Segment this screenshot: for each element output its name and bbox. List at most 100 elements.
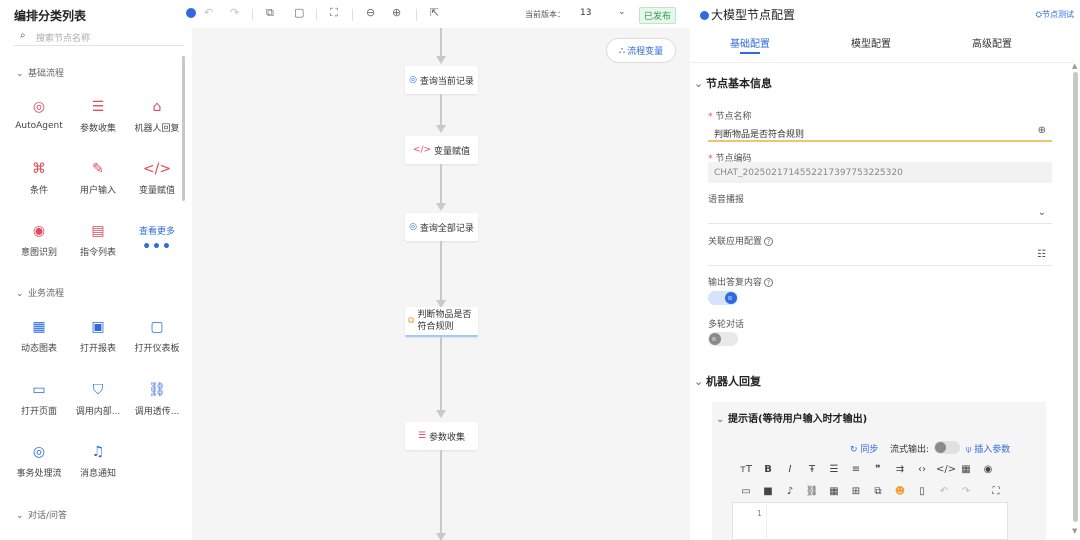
collapse-panel-icon[interactable] — [700, 11, 709, 20]
fit-view-icon[interactable]: ⛶ — [330, 6, 338, 20]
chevron-down-icon: ⌄ — [694, 77, 704, 90]
zoom-in-icon[interactable]: ⊕ — [392, 6, 401, 19]
version-label: 当前版本： — [525, 10, 565, 19]
scrollbar-thumb[interactable] — [1073, 72, 1078, 522]
tool-open-dashboard[interactable]: ▢ 打开仪表板 — [129, 318, 185, 354]
node-test-button[interactable]: ⛭节点测试 — [1036, 9, 1074, 20]
scroll-up-icon[interactable]: ▲ — [1072, 62, 1077, 70]
emoji-icon[interactable]: ☻ — [892, 486, 908, 497]
prompt-editor[interactable]: 1 — [732, 502, 1008, 540]
paste-icon[interactable]: ▢ — [294, 6, 304, 19]
editor-toolbar: ᴛT B I Ŧ ☰ ≡ ❞ ⇉ ‹› </> ▦ ◉ ▭ ■ ♪ ⛓ ▦ ⊞ … — [732, 460, 1008, 504]
flow-node-query-current[interactable]: ◎ 查询当前记录 — [405, 66, 478, 94]
redo-icon[interactable]: ↷ — [958, 486, 974, 497]
grid-icon[interactable]: ▦ — [826, 486, 842, 497]
category-basic-flow[interactable]: ⌄ 基础流程 — [16, 66, 64, 79]
font-size-icon[interactable]: ᴛT — [738, 464, 754, 475]
node-name-input[interactable]: 判断物品是否符合规则 ⊕ — [708, 121, 1052, 142]
node-search-input[interactable]: ⌕ 搜索节点名称 — [14, 28, 184, 46]
flow-node-query-all[interactable]: ◎ 查询全部记录 — [405, 213, 478, 241]
tool-autoagent[interactable]: ◎ AutoAgent — [11, 98, 67, 131]
insert-param-button[interactable]: ⍦ 插入参数 — [966, 442, 1010, 455]
tab-model-config[interactable]: 模型配置 — [851, 35, 891, 50]
zoom-out-icon[interactable]: ⊖ — [366, 6, 375, 19]
tool-dynamic-chart[interactable]: ▦ 动态图表 — [11, 318, 67, 354]
prompt-section-header[interactable]: ⌄ 提示语(等待用户输入时才输出) — [716, 410, 867, 425]
stream-output-toggle[interactable] — [934, 441, 960, 454]
copy-icon[interactable]: ⧉ — [266, 6, 274, 20]
quote-icon[interactable]: ❞ — [870, 464, 886, 475]
multi-turn-toggle[interactable] — [708, 332, 738, 346]
tool-call-passthrough[interactable]: ⛓ 调用透传... — [129, 381, 185, 417]
panel-scrollbar[interactable]: ▲ ▼ — [1072, 62, 1078, 535]
tool-robot-reply[interactable]: ⌂ 机器人回复 — [129, 98, 185, 134]
version-select[interactable]: 13 — [580, 8, 591, 18]
chevron-down-icon[interactable]: ⌄ — [618, 7, 626, 17]
sync-button[interactable]: ↻ 同步 — [850, 442, 878, 455]
bullet-list-icon[interactable]: ☰ — [826, 464, 842, 475]
code-block-icon[interactable]: </> — [936, 464, 956, 475]
report-icon: ▣ — [91, 319, 105, 335]
arrow-down-icon — [436, 125, 446, 133]
tool-transaction-flow[interactable]: ◎ 事务处理流 — [11, 443, 67, 479]
redo-icon[interactable]: ↷ — [230, 6, 239, 19]
collapse-sidebar-icon[interactable] — [186, 8, 196, 21]
tool-open-report[interactable]: ▣ 打开报表 — [70, 318, 126, 354]
inline-code-icon[interactable]: ‹› — [914, 464, 930, 475]
section-node-basic-info[interactable]: ⌄ 节点基本信息 — [694, 75, 772, 91]
section-robot-reply[interactable]: ⌄ 机器人回复 — [694, 373, 761, 389]
globe-icon[interactable]: ⊕ — [1038, 125, 1046, 136]
toolbar-divider — [316, 9, 317, 21]
chevron-down-icon: ⌄ — [694, 375, 704, 388]
undo-icon[interactable]: ↶ — [936, 486, 952, 497]
category-business-flow[interactable]: ⌄ 业务流程 — [16, 286, 64, 299]
tool-call-internal[interactable]: ⛉ 调用内部... — [70, 381, 126, 417]
copy-block-icon[interactable]: ⧉ — [870, 486, 886, 497]
app-config-select[interactable]: ☷ — [708, 245, 1052, 266]
tab-basic-config[interactable]: 基础配置 — [730, 35, 770, 50]
robot-icon: ⌂ — [152, 99, 162, 115]
flow-node-param-collect[interactable]: ☰ 参数收集 — [405, 422, 478, 450]
tool-label: 打开报表 — [79, 344, 116, 354]
toggle-knob — [725, 292, 737, 304]
tool-open-page[interactable]: ▭ 打开页面 — [11, 381, 67, 417]
help-icon[interactable]: ? — [764, 278, 774, 287]
flow-node-var-assign[interactable]: </> 变量赋值 — [405, 136, 478, 164]
input-value: CHAT_2025021714552217397753225320 — [714, 168, 903, 178]
image-icon[interactable]: ▭ — [738, 486, 754, 497]
export-icon[interactable]: ⇱ — [430, 6, 439, 19]
link-icon[interactable]: ⛓ — [804, 486, 820, 497]
flow-canvas[interactable]: ◎ 查询当前记录 </> 变量赋值 ◎ 查询全部记录 ⧉ 判断物品是否符合规则 … — [192, 28, 690, 540]
audio-icon[interactable]: ♪ — [782, 486, 798, 497]
arrow-down-icon — [436, 56, 446, 64]
tool-message-notify[interactable]: ♫ 消息通知 — [70, 443, 126, 479]
view-more-button[interactable]: 查看更多 ••• — [129, 224, 185, 255]
flow-node-llm-selected[interactable]: ⧉ 判断物品是否符合规则 — [405, 307, 478, 337]
tool-condition[interactable]: ⌘ 条件 — [11, 160, 67, 196]
bold-icon[interactable]: B — [760, 464, 776, 475]
output-reply-toggle[interactable] — [708, 291, 738, 305]
preview-eye-icon[interactable]: ◉ — [980, 464, 996, 475]
tool-var-assign[interactable]: </> 变量赋值 — [129, 160, 185, 196]
tool-user-input[interactable]: ✎ 用户输入 — [70, 160, 126, 196]
ordered-list-icon[interactable]: ≡ — [848, 464, 864, 475]
tool-intent[interactable]: ◉ 意图识别 — [11, 222, 67, 258]
delete-icon[interactable]: ▯ — [914, 486, 930, 497]
tool-command-list[interactable]: ▤ 指令列表 — [70, 222, 126, 258]
voice-broadcast-select[interactable]: ⌄ — [708, 203, 1052, 224]
wrap-icon[interactable]: ⇉ — [892, 464, 908, 475]
strikethrough-icon[interactable]: Ŧ — [804, 464, 820, 475]
scroll-down-icon[interactable]: ▼ — [1072, 527, 1077, 535]
table-icon[interactable]: ▦ — [958, 464, 974, 475]
tool-param-collect[interactable]: ☰ 参数收集 — [70, 98, 126, 134]
category-dialog-qa[interactable]: ⌄ 对话/问答 — [16, 508, 67, 521]
tab-advanced-config[interactable]: 高级配置 — [972, 35, 1012, 50]
output-reply-label: 输出答复内容? — [708, 275, 774, 288]
section-label: 机器人回复 — [706, 375, 761, 388]
italic-icon[interactable]: I — [782, 464, 798, 475]
undo-icon[interactable]: ↶ — [204, 6, 213, 19]
fullscreen-icon[interactable]: ⛶ — [988, 486, 1004, 497]
insert-table-icon[interactable]: ⊞ — [848, 486, 864, 497]
flow-variables-button[interactable]: ⛬ 流程变量 — [606, 38, 676, 63]
video-icon[interactable]: ■ — [760, 486, 776, 497]
